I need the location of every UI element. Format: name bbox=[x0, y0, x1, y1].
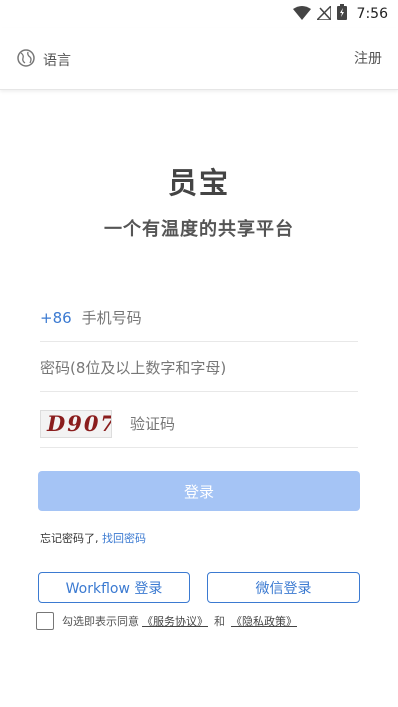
password-field bbox=[40, 344, 358, 392]
globe-icon bbox=[17, 49, 35, 71]
language-label: 语言 bbox=[43, 53, 71, 69]
wechat-login-button[interactable]: 微信登录 bbox=[207, 572, 360, 603]
captcha-text: D907 bbox=[47, 410, 112, 436]
status-icons: 7:56 bbox=[292, 3, 388, 24]
phone-input[interactable] bbox=[81, 294, 358, 341]
agreement-and: 和 bbox=[214, 615, 225, 628]
login-button[interactable]: 登录 bbox=[38, 471, 360, 511]
status-time: 7:56 bbox=[356, 6, 388, 22]
service-agreement-link[interactable]: 《服务协议》 bbox=[142, 613, 208, 629]
phone-field: +86 bbox=[40, 294, 358, 342]
status-bar: 7:56 bbox=[0, 0, 398, 28]
captcha-image[interactable]: D907 bbox=[40, 409, 112, 438]
password-input[interactable] bbox=[40, 344, 358, 391]
battery-icon bbox=[336, 4, 347, 24]
forgot-prefix: 忘记密码了, bbox=[40, 532, 102, 545]
language-selector[interactable]: 语言 bbox=[17, 49, 71, 71]
forgot-password: 忘记密码了, 找回密码 bbox=[40, 530, 146, 546]
privacy-policy-link[interactable]: 《隐私政策》 bbox=[231, 613, 297, 629]
workflow-login-button[interactable]: Workflow 登录 bbox=[38, 572, 190, 603]
slogan: 一个有温度的共享平台 bbox=[104, 219, 294, 240]
top-bar: 语言 注册 bbox=[0, 28, 398, 90]
captcha-input[interactable] bbox=[130, 400, 358, 447]
country-code-selector[interactable]: +86 bbox=[40, 309, 72, 327]
signal-icon bbox=[314, 3, 332, 24]
register-link[interactable]: 注册 bbox=[354, 48, 382, 68]
agreement-row: 勾选即表示同意 《服务协议》 和 《隐私政策》 bbox=[36, 612, 300, 630]
app-name: 员宝 bbox=[167, 166, 230, 200]
wifi-icon bbox=[292, 5, 311, 24]
captcha-field: D907 bbox=[40, 400, 358, 448]
recover-password-link[interactable]: 找回密码 bbox=[102, 532, 146, 545]
agree-checkbox[interactable] bbox=[36, 612, 54, 630]
agreement-prefix: 勾选即表示同意 bbox=[62, 615, 139, 628]
